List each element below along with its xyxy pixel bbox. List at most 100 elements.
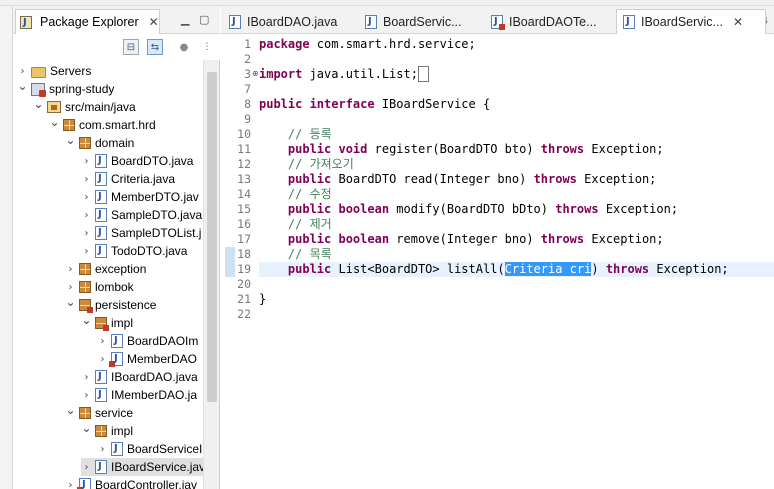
tree-item[interactable]: › IBoardService.jav xyxy=(81,458,203,476)
maximize-icon[interactable]: ▢ xyxy=(199,13,209,26)
chevron-down-icon[interactable]: ⌄ xyxy=(65,403,76,417)
tree-item[interactable]: › MemberDTO.jav xyxy=(81,188,199,206)
left-trim-stripe xyxy=(0,6,13,489)
tree-item-label: IBoardService.jav xyxy=(111,460,203,474)
tree-item[interactable]: ⌄ src/main/java xyxy=(33,97,135,116)
tree-item[interactable]: › MemberDAO xyxy=(97,350,197,368)
code-line[interactable]: // 등록 xyxy=(259,127,774,142)
tree-item[interactable]: ⌄ impl xyxy=(81,313,133,332)
tree-item[interactable]: › BoardDTO.java xyxy=(81,152,193,170)
code-line[interactable] xyxy=(259,307,774,322)
line-number: 8 xyxy=(244,97,251,111)
tree-item[interactable]: › TodoDTO.java xyxy=(81,242,187,260)
code-line[interactable]: public boolean remove(Integer bno) throw… xyxy=(259,232,774,247)
package-explorer-view: Package Explorer ✕ ▁ ▢ ⊟ ⇆ ● ⋮ ›Servers⌄… xyxy=(13,6,220,489)
chevron-right-icon[interactable]: › xyxy=(81,174,92,185)
chevron-down-icon[interactable]: ⌄ xyxy=(65,295,76,309)
chevron-right-icon[interactable]: › xyxy=(65,480,76,489)
code-line[interactable]: public List<BoardDTO> listAll(Criteria c… xyxy=(259,262,774,277)
link-with-editor-icon[interactable]: ⇆ xyxy=(147,39,163,55)
package-icon xyxy=(95,425,107,437)
close-icon[interactable]: ✕ xyxy=(733,15,743,29)
tree-item[interactable]: ⌄ impl xyxy=(81,421,133,440)
tree-item[interactable]: › BoardController.jav xyxy=(65,476,197,489)
tree-item[interactable]: › IMemberDAO.ja xyxy=(81,386,197,404)
tree-item[interactable]: › lombok xyxy=(65,278,134,296)
chevron-right-icon[interactable]: › xyxy=(81,156,92,167)
code-line[interactable]: // 가져오기 xyxy=(259,157,774,172)
chevron-right-icon[interactable]: › xyxy=(97,336,108,347)
tree-item[interactable]: ⌄ spring-study xyxy=(17,79,114,98)
code-line[interactable] xyxy=(259,52,774,67)
focus-icon[interactable]: ● xyxy=(176,39,192,55)
java-file-error-icon xyxy=(109,352,123,367)
code-line[interactable]: public boolean modify(BoardDTO bDto) thr… xyxy=(259,202,774,217)
fold-expand-icon[interactable]: ⊕ xyxy=(252,69,259,78)
tree-item[interactable]: › SampleDTO.java xyxy=(81,206,202,224)
code-line[interactable]: public void register(BoardDTO bto) throw… xyxy=(259,142,774,157)
chevron-down-icon[interactable]: ⌄ xyxy=(17,79,28,93)
view-menu-icon[interactable]: ⋮ xyxy=(199,39,215,55)
editor-tab[interactable]: BoardServic... xyxy=(359,9,487,34)
code-line[interactable]: } xyxy=(259,292,774,307)
code-line[interactable]: package com.smart.hrd.service; xyxy=(259,37,774,52)
line-number: 2 xyxy=(244,52,251,66)
code-line[interactable]: // 제거 xyxy=(259,217,774,232)
code-line[interactable]: public BoardDTO read(Integer bno) throws… xyxy=(259,172,774,187)
code-line[interactable]: public interface IBoardService { xyxy=(259,97,774,112)
tree-item[interactable]: › exception xyxy=(65,260,147,278)
chevron-right-icon[interactable]: › xyxy=(17,66,28,77)
chevron-right-icon[interactable]: › xyxy=(97,444,108,455)
chevron-right-icon[interactable]: › xyxy=(81,390,92,401)
collapse-all-icon[interactable]: ⊟ xyxy=(123,39,139,55)
package-icon xyxy=(79,263,91,275)
editor-tab[interactable]: IBoardDAOTe... xyxy=(485,9,613,34)
tree-item[interactable]: › IBoardDAO.java xyxy=(81,368,198,386)
chevron-down-icon[interactable]: ⌄ xyxy=(65,133,76,147)
tree-item[interactable]: › Criteria.java xyxy=(81,170,175,188)
chevron-right-icon[interactable]: › xyxy=(81,372,92,383)
tree-item-label: exception xyxy=(95,262,147,276)
tree-item[interactable]: › BoardServiceI xyxy=(97,440,202,458)
chevron-right-icon[interactable]: › xyxy=(97,354,108,365)
code-line[interactable] xyxy=(259,112,774,127)
tree-item[interactable]: ⌄ service xyxy=(65,403,133,422)
code-line[interactable]: import java.util.List; xyxy=(259,66,774,82)
editor-tab[interactable]: IBoardDAO.java xyxy=(223,9,353,34)
chevron-right-icon[interactable]: › xyxy=(81,228,92,239)
tree-item-label: SampleDTO.java xyxy=(111,208,203,222)
chevron-right-icon[interactable]: › xyxy=(81,246,92,257)
tree-item[interactable]: › Servers xyxy=(17,62,92,80)
code-line[interactable]: // 목록 xyxy=(259,247,774,262)
editor-tab[interactable]: IBoardServic... ✕ xyxy=(616,9,766,34)
tree-scrollbar[interactable] xyxy=(203,60,219,489)
chevron-right-icon[interactable]: › xyxy=(81,210,92,221)
chevron-right-icon[interactable]: › xyxy=(81,462,92,473)
close-icon[interactable]: ✕ xyxy=(149,15,159,29)
chevron-right-icon[interactable]: › xyxy=(81,192,92,203)
chevron-right-icon[interactable]: › xyxy=(65,282,76,293)
code-line[interactable]: // 수정 xyxy=(259,187,774,202)
chevron-down-icon[interactable]: ⌄ xyxy=(49,115,60,129)
java-file-icon xyxy=(229,14,241,29)
minimize-icon[interactable]: ▁ xyxy=(181,13,189,26)
java-file-icon xyxy=(623,15,635,29)
tree-item-label: domain xyxy=(95,136,135,150)
java-file-icon xyxy=(95,460,107,474)
code-area[interactable]: package com.smart.hrd.service; import jav… xyxy=(259,34,774,489)
chevron-down-icon[interactable]: ⌄ xyxy=(81,313,92,327)
tree-item[interactable]: › SampleDTOList.j xyxy=(81,224,201,242)
package-explorer-tab[interactable]: Package Explorer ✕ xyxy=(15,9,160,34)
chevron-right-icon[interactable]: › xyxy=(65,264,76,275)
chevron-down-icon[interactable]: ⌄ xyxy=(81,421,92,435)
chevron-down-icon[interactable]: ⌄ xyxy=(33,97,44,111)
java-file-icon xyxy=(95,370,107,384)
tree-item[interactable]: ⌄ persistence xyxy=(65,295,156,314)
tree-item[interactable]: ⌄ com.smart.hrd xyxy=(49,115,155,134)
code-line[interactable] xyxy=(259,82,774,97)
java-file-error-icon xyxy=(77,478,91,489)
tree-item[interactable]: › BoardDAOIm xyxy=(97,332,198,350)
code-line[interactable] xyxy=(259,277,774,292)
tree-item[interactable]: ⌄ domain xyxy=(65,133,135,152)
tree-scrollbar-thumb[interactable] xyxy=(207,72,217,402)
